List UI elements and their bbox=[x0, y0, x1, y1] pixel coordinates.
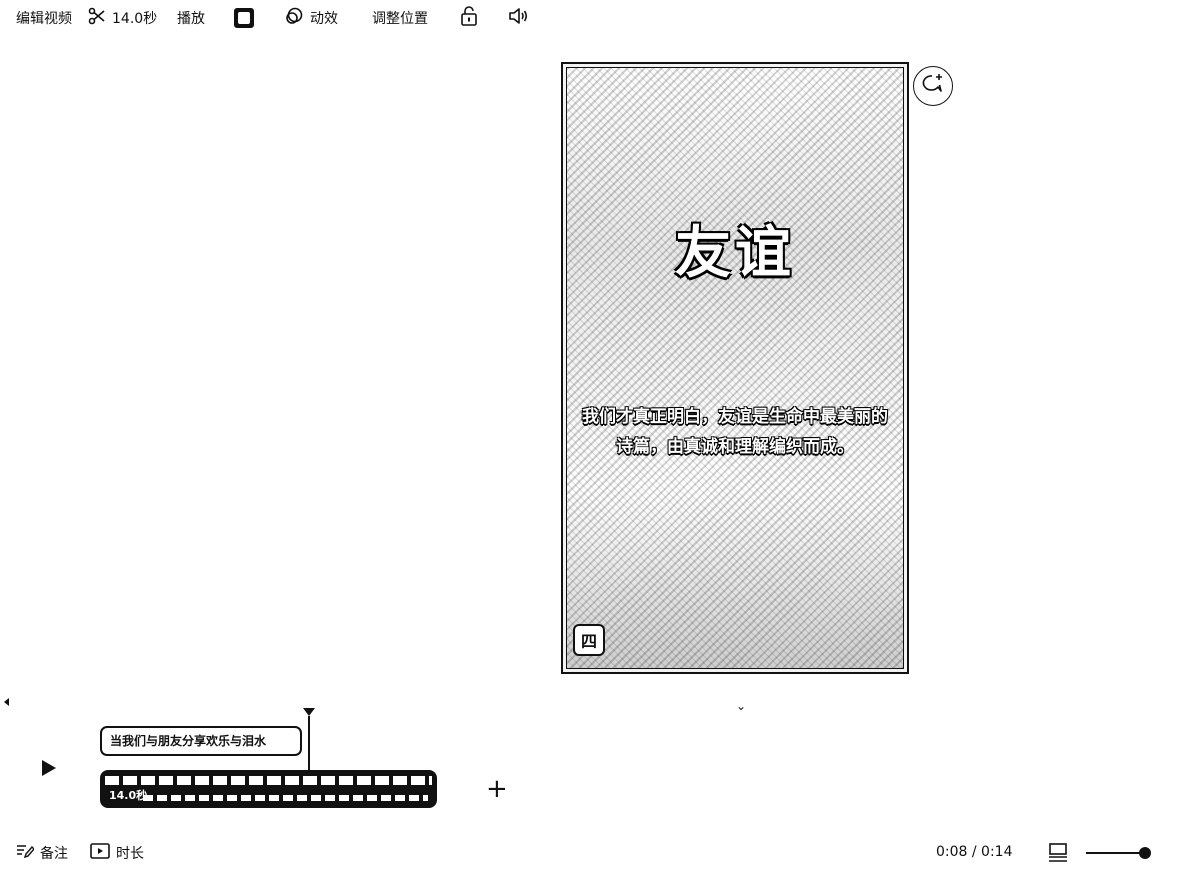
duration-button[interactable]: 时长 bbox=[90, 842, 144, 864]
preview-caption: 我们才真正明白，友谊是生命中最美丽的诗篇，由真诚和理解编织而成。 bbox=[582, 407, 888, 457]
audio-waveform bbox=[143, 795, 428, 801]
playback-button[interactable]: 播放 bbox=[177, 7, 205, 29]
top-toolbar: 编辑视频 14.0秒 播放 动效 调整位置 bbox=[0, 0, 1186, 36]
playhead-handle[interactable] bbox=[303, 708, 315, 716]
crop-button[interactable] bbox=[234, 7, 254, 29]
notes-label: 备注 bbox=[40, 846, 68, 862]
lock-button[interactable] bbox=[460, 6, 478, 30]
adjust-position-label: 调整位置 bbox=[372, 11, 428, 27]
speaker-icon bbox=[508, 6, 530, 30]
animation-icon bbox=[284, 6, 304, 30]
edit-video-button[interactable]: 编辑视频 bbox=[16, 7, 72, 29]
preview-badge: 四 bbox=[573, 624, 605, 656]
layout-icon bbox=[1048, 843, 1070, 867]
video-clip-duration: 14.0秒 bbox=[109, 789, 148, 802]
notes-button[interactable]: 备注 bbox=[16, 842, 68, 864]
zoom-slider-knob[interactable] bbox=[1139, 847, 1151, 859]
add-clip-button[interactable]: + bbox=[486, 776, 508, 802]
adjust-position-button[interactable]: 调整位置 bbox=[372, 7, 428, 29]
zoom-slider-track[interactable] bbox=[1086, 852, 1144, 854]
chevron-down-icon[interactable]: ⌄ bbox=[736, 700, 746, 712]
notes-edit-icon bbox=[16, 843, 35, 863]
video-clip[interactable]: 14.0秒 bbox=[100, 770, 437, 808]
unlock-icon bbox=[460, 6, 478, 30]
scroll-left-icon[interactable] bbox=[4, 698, 9, 706]
comment-add-icon bbox=[920, 71, 946, 101]
scissors-icon bbox=[88, 7, 106, 29]
animation-label: 动效 bbox=[310, 11, 338, 27]
video-clip-thumbnails bbox=[105, 776, 432, 785]
preview-title: 友谊 bbox=[675, 220, 795, 286]
duration-label: 14.0秒 bbox=[112, 11, 158, 27]
preview-frame-image: 友谊 我们才真正明白，友谊是生命中最美丽的诗篇，由真诚和理解编织而成。 四 bbox=[566, 67, 904, 669]
time-readout: 0:08 / 0:14 bbox=[936, 844, 1013, 860]
animation-button[interactable]: 动效 bbox=[284, 7, 338, 29]
video-frame-icon bbox=[90, 843, 110, 863]
caption-clip[interactable]: 当我们与朋友分享欢乐与泪水 bbox=[100, 726, 302, 756]
volume-button[interactable] bbox=[508, 7, 530, 29]
add-comment-button[interactable] bbox=[913, 66, 953, 106]
caption-clip-text: 当我们与朋友分享欢乐与泪水 bbox=[110, 734, 267, 748]
trim-duration-button[interactable]: 14.0秒 bbox=[88, 7, 157, 29]
edit-video-label: 编辑视频 bbox=[16, 11, 72, 27]
duration-button-label: 时长 bbox=[116, 846, 144, 862]
video-preview[interactable]: 友谊 我们才真正明白，友谊是生命中最美丽的诗篇，由真诚和理解编织而成。 四 bbox=[561, 62, 909, 674]
play-button[interactable] bbox=[42, 760, 56, 776]
playback-label: 播放 bbox=[177, 11, 205, 27]
layout-toggle-button[interactable] bbox=[1048, 843, 1070, 867]
crop-icon bbox=[234, 8, 254, 28]
